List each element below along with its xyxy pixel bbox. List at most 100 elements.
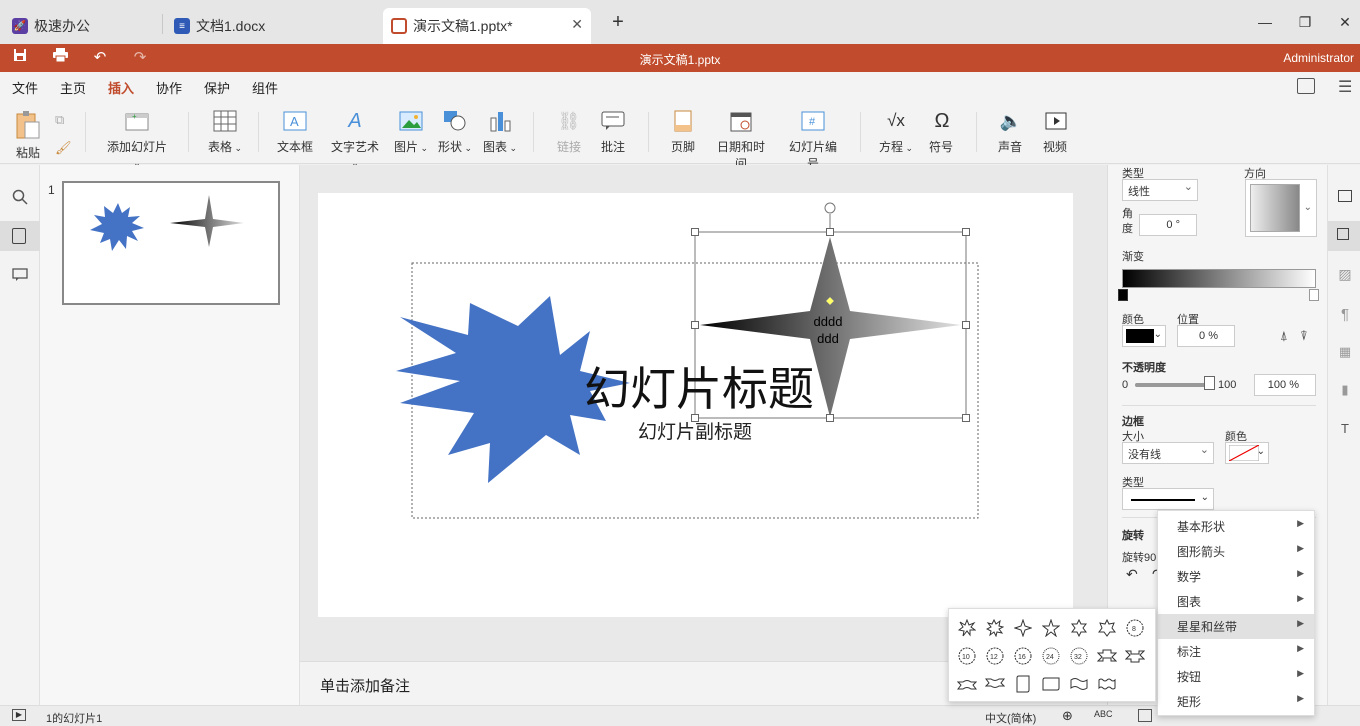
stop-position-input[interactable]: 0 % — [1177, 325, 1235, 347]
globe-icon[interactable]: ⊕ — [1062, 708, 1073, 724]
equation-button[interactable]: √x 方程 ⌄ — [878, 108, 914, 155]
star4-shape-icon[interactable] — [1012, 617, 1034, 639]
resize-handle[interactable] — [962, 321, 970, 329]
angle-input[interactable]: 0 ° — [1139, 214, 1197, 236]
vertical-scroll-shape-icon[interactable] — [1012, 673, 1034, 695]
chart-button[interactable]: 图表 ⌄ — [482, 108, 518, 155]
slide-thumbnail[interactable] — [62, 181, 280, 305]
close-window-icon[interactable]: ✕ — [1335, 12, 1355, 32]
resize-handle[interactable] — [962, 228, 970, 236]
textbox-button[interactable]: A 文本框 — [277, 108, 313, 155]
menu-item-arrows[interactable]: 图形箭头 ▶ — [1158, 539, 1314, 564]
border-color-picker[interactable]: ⌄ — [1225, 442, 1269, 464]
resize-handle[interactable] — [691, 414, 699, 422]
resize-handle[interactable] — [962, 414, 970, 422]
paragraph-settings-icon[interactable]: ¶ — [1336, 305, 1354, 323]
gradient-stop-left[interactable] — [1118, 289, 1128, 301]
play-slideshow-icon[interactable]: ▶ — [12, 709, 26, 721]
tab-docx[interactable]: ≡ 文档1.docx — [174, 8, 374, 44]
fit-slide-icon[interactable] — [1138, 709, 1152, 722]
opacity-slider-thumb[interactable] — [1204, 376, 1215, 390]
chart-settings-icon[interactable]: ▮ — [1336, 381, 1354, 399]
picture-button[interactable]: 图片 ⌄ — [393, 108, 429, 155]
menu-collaborate[interactable]: 协作 — [156, 78, 182, 97]
menu-item-rectangles[interactable]: 矩形 ▶ — [1158, 689, 1314, 714]
comment-button[interactable]: 批注 — [598, 108, 628, 155]
star16-shape-icon[interactable]: 16 — [1012, 645, 1034, 667]
datetime-button[interactable]: 日期和时间 — [712, 108, 770, 172]
menu-item-buttons[interactable]: 按钮 ▶ — [1158, 664, 1314, 689]
audio-button[interactable]: 🔈 声音 — [997, 108, 1023, 155]
direction-picker[interactable]: ⌄ — [1245, 179, 1317, 237]
wave-shape-icon[interactable] — [1068, 673, 1090, 695]
stop-color-picker[interactable]: ⌄ — [1122, 325, 1166, 347]
remove-stop-icon[interactable]: ⍒ — [1300, 328, 1308, 344]
menu-insert[interactable]: 插入 — [108, 78, 135, 103]
gradient-bar[interactable] — [1122, 269, 1316, 288]
border-size-select[interactable]: 没有线 — [1122, 442, 1214, 464]
text-art-settings-icon[interactable]: T — [1336, 419, 1354, 437]
explosion2-shape-icon[interactable] — [984, 617, 1006, 639]
language-selector[interactable]: 中文(简体) — [985, 710, 1036, 726]
shape-text-line-1[interactable]: dddd — [813, 313, 843, 330]
add-stop-icon[interactable]: ⍋ — [1280, 328, 1288, 344]
star5-shape-icon[interactable] — [1040, 617, 1062, 639]
link-button[interactable]: ⛓ 链接 — [554, 108, 584, 155]
star32-shape-icon[interactable]: 32 — [1068, 645, 1090, 667]
double-wave-shape-icon[interactable] — [1096, 673, 1118, 695]
opacity-slider[interactable] — [1135, 383, 1209, 387]
menu-item-stars-ribbons[interactable]: 星星和丝带 ▶ — [1158, 614, 1314, 639]
curved-ribbon-down-shape-icon[interactable] — [984, 673, 1006, 695]
paste-button[interactable]: 粘贴 — [14, 110, 42, 161]
close-tab-icon[interactable]: ✕ — [571, 16, 583, 33]
resize-handle[interactable] — [691, 321, 699, 329]
menu-item-math[interactable]: 数学 ▶ — [1158, 564, 1314, 589]
footer-button[interactable]: 页脚 — [668, 108, 698, 155]
shape-text-line-2[interactable]: ddd — [813, 330, 843, 347]
menu-file[interactable]: 文件 — [12, 78, 38, 97]
star6-shape-icon[interactable] — [1068, 617, 1090, 639]
star10-shape-icon[interactable]: 10 — [956, 645, 978, 667]
format-painter-icon[interactable]: 🖌 — [55, 140, 72, 156]
menu-item-callouts[interactable]: 标注 ▶ — [1158, 639, 1314, 664]
resize-handle[interactable] — [826, 228, 834, 236]
opacity-input[interactable]: 100 % — [1254, 374, 1316, 396]
slide-number-button[interactable]: # 幻灯片编号 — [784, 108, 842, 172]
image-settings-icon[interactable]: ▨ — [1336, 265, 1354, 283]
slides-panel-tab[interactable] — [0, 221, 40, 251]
resize-handle[interactable] — [826, 414, 834, 422]
menu-home[interactable]: 主页 — [60, 78, 86, 97]
star24-shape-icon[interactable]: 24 — [1040, 645, 1062, 667]
maximize-icon[interactable]: ❐ — [1295, 12, 1315, 32]
user-name[interactable]: Administrator — [1283, 51, 1354, 65]
border-type-select[interactable]: ⌄ — [1122, 488, 1214, 510]
table-settings-icon[interactable]: ▦ — [1336, 343, 1354, 361]
menu-protect[interactable]: 保护 — [204, 78, 230, 97]
resize-handle[interactable] — [691, 228, 699, 236]
menu-item-basic-shapes[interactable]: 基本形状 ▶ — [1158, 514, 1314, 539]
star8-shape-icon[interactable]: 8 — [1124, 617, 1146, 639]
tab-home[interactable]: 🚀 极速办公 — [12, 8, 162, 44]
symbol-button[interactable]: Ω 符号 — [928, 108, 954, 155]
slide-canvas[interactable]: 幻灯片标题 幻灯片副标题 dddd ddd — [318, 193, 1073, 617]
rotate-left-icon[interactable]: ↶ — [1126, 566, 1138, 583]
ribbon-down-shape-icon[interactable] — [1124, 645, 1146, 667]
star7-shape-icon[interactable] — [1096, 617, 1118, 639]
minimize-icon[interactable]: — — [1255, 12, 1275, 32]
video-button[interactable]: 视频 — [1042, 108, 1068, 155]
menu-plugins[interactable]: 组件 — [252, 78, 278, 97]
shape-settings-tab[interactable] — [1328, 221, 1360, 251]
star12-shape-icon[interactable]: 12 — [984, 645, 1006, 667]
wordart-button[interactable]: A 文字艺术 ⌄ — [326, 108, 384, 169]
ribbon-up-shape-icon[interactable] — [1096, 645, 1118, 667]
gradient-stop-right[interactable] — [1309, 289, 1319, 301]
explosion1-shape-icon[interactable] — [956, 617, 978, 639]
shape-button[interactable]: 形状 ⌄ — [437, 108, 473, 155]
copy-icon[interactable]: ⧉ — [55, 112, 64, 128]
curved-ribbon-up-shape-icon[interactable] — [956, 673, 978, 695]
open-folder-icon[interactable] — [1297, 78, 1315, 94]
fill-type-select[interactable]: 线性 — [1122, 179, 1198, 201]
table-button[interactable]: 表格 ⌄ — [207, 108, 243, 155]
comments-icon[interactable] — [10, 265, 30, 285]
spellcheck-icon[interactable]: ABC — [1094, 709, 1113, 719]
